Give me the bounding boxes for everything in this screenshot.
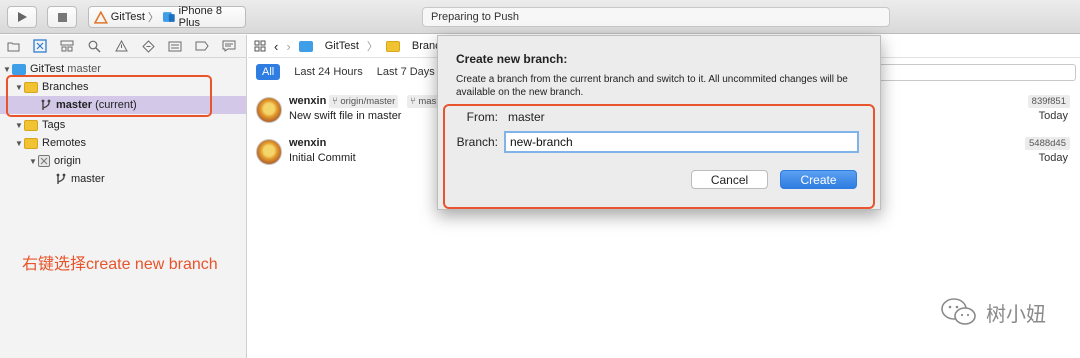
commit-date: Today xyxy=(1038,152,1068,164)
commit-sha: 5488d45 xyxy=(1025,137,1070,150)
folder-icon xyxy=(24,119,38,131)
symbol-icon[interactable] xyxy=(58,38,76,54)
create-button[interactable]: Create xyxy=(780,170,857,189)
commit-date: Today xyxy=(1038,110,1068,122)
project-navigator-icon[interactable] xyxy=(4,38,22,54)
source-control-icon[interactable] xyxy=(31,38,49,54)
filter-all[interactable]: All xyxy=(256,64,281,80)
cancel-button[interactable]: Cancel xyxy=(691,170,768,189)
annotation-text: 右键选择create new branch xyxy=(22,256,218,273)
dialog-description: Create a branch from the current branch … xyxy=(456,74,848,98)
status-text: Preparing to Push xyxy=(431,11,520,23)
stop-button[interactable] xyxy=(47,6,77,28)
breadcrumb-project[interactable]: GitTest xyxy=(325,40,359,52)
device-icon xyxy=(162,12,175,22)
repo-name: GitTest xyxy=(30,63,65,75)
run-button[interactable] xyxy=(7,6,37,28)
avatar xyxy=(256,97,282,123)
debug-icon[interactable] xyxy=(166,38,184,54)
breakpoint-icon[interactable] xyxy=(193,38,211,54)
watermark-text: 树小妞 xyxy=(986,303,1046,326)
folder-icon xyxy=(24,137,38,149)
disclosure-open-icon[interactable]: ▼ xyxy=(14,139,24,148)
repo-branch: master xyxy=(67,63,101,75)
scheme-device: iPhone 8 Plus xyxy=(178,5,223,29)
branch-icon xyxy=(55,173,67,185)
play-icon xyxy=(18,12,27,22)
commit-sha: 839f851 xyxy=(1027,95,1070,108)
tree-remote-branch[interactable]: master xyxy=(0,170,246,188)
folder-icon xyxy=(385,40,400,52)
avatar xyxy=(256,139,282,165)
tree-tags[interactable]: ▼ Tags xyxy=(0,116,246,134)
remotes-label: Remotes xyxy=(42,137,87,149)
app-target-icon xyxy=(94,10,108,24)
create-branch-sheet: Create new branch: Create a branch from … xyxy=(437,35,881,210)
filter-last-24-hours[interactable]: Last 24 Hours xyxy=(294,66,362,78)
activity-status: Preparing to Push xyxy=(422,7,890,27)
navigator-pane: ▼ GitTest master ▼ Branches master (curr… xyxy=(0,35,247,358)
from-label: From: xyxy=(466,110,498,124)
find-icon[interactable] xyxy=(85,38,103,54)
search-input[interactable] xyxy=(866,64,1076,81)
scheme-selector[interactable]: GitTest 〉 iPhone 8 Plus xyxy=(88,5,246,29)
scheme-project: GitTest xyxy=(110,11,145,23)
wechat-icon xyxy=(941,298,976,325)
test-icon[interactable] xyxy=(139,38,157,54)
navigator-tabs xyxy=(0,35,247,58)
ref-tag: ⑂ mas xyxy=(407,95,440,108)
dialog-title: Create new branch: xyxy=(456,52,568,66)
branch-label: Branch: xyxy=(456,135,498,149)
watermark: 树小妞 xyxy=(940,297,1046,327)
tags-label: Tags xyxy=(42,119,66,131)
commit-author: wenxin xyxy=(289,137,327,149)
annotation-highlight-branches xyxy=(6,75,212,117)
remote-icon xyxy=(38,155,50,167)
commit-author: wenxin xyxy=(289,95,327,107)
tree-remotes[interactable]: ▼ Remotes xyxy=(0,134,246,152)
ref-tag-label: origin/master xyxy=(340,96,396,107)
branch-name-input[interactable] xyxy=(504,131,859,153)
ref-tag-label: mas xyxy=(418,96,437,107)
remote-branch-name: master xyxy=(71,173,105,185)
report-icon[interactable] xyxy=(220,38,238,54)
repository-icon xyxy=(298,40,313,52)
disclosure-open-icon[interactable]: ▼ xyxy=(28,157,38,166)
toolbar: GitTest 〉 iPhone 8 Plus Preparing to Pus… xyxy=(0,0,1080,34)
repository-icon xyxy=(12,63,26,75)
commit-message: New swift file in master xyxy=(289,110,402,122)
ref-tag: ⑂ origin/master xyxy=(329,95,399,108)
issue-icon[interactable] xyxy=(112,38,130,54)
commit-message: Initial Commit xyxy=(289,152,356,164)
from-value: master xyxy=(508,110,545,124)
back-arrow-icon[interactable]: ‹ xyxy=(274,39,278,54)
remote-name: origin xyxy=(54,155,81,167)
disclosure-open-icon[interactable]: ▼ xyxy=(2,65,12,74)
chevron-right-icon: 〉 xyxy=(147,12,159,24)
disclosure-open-icon[interactable]: ▼ xyxy=(14,121,24,130)
stop-icon xyxy=(57,12,67,22)
chevron-right-icon: 〉 xyxy=(366,41,378,53)
filter-last-7-days[interactable]: Last 7 Days xyxy=(377,66,435,78)
forward-arrow-icon[interactable]: › xyxy=(286,39,290,54)
grid-icon[interactable] xyxy=(254,40,266,52)
tree-remote-origin[interactable]: ▼ origin xyxy=(0,152,246,170)
